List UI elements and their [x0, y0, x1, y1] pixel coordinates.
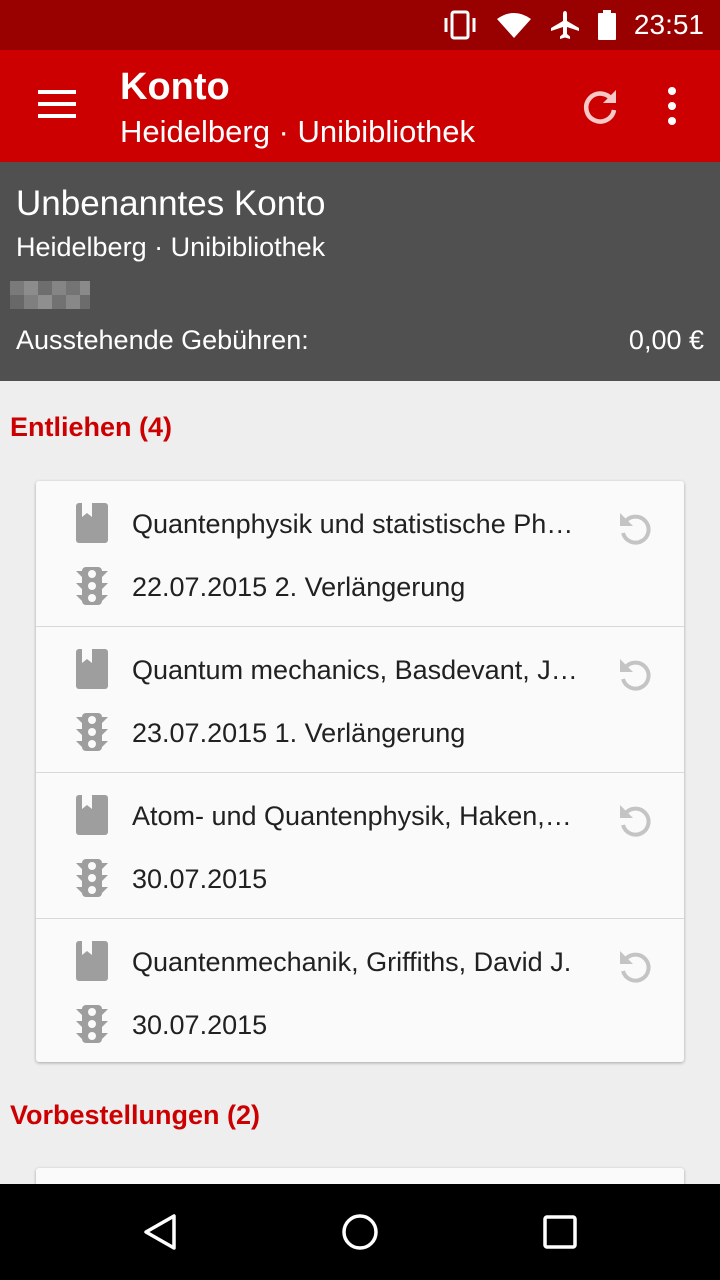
account-name: Unbenanntes Konto — [16, 184, 326, 223]
item-title: Quantum mechanics, Basdevant, J… — [132, 655, 578, 685]
navigation-bar — [0, 1184, 720, 1280]
traffic-light-icon — [76, 1005, 108, 1043]
lent-section-title: Entliehen (4) — [10, 412, 173, 442]
refresh-icon[interactable] — [580, 86, 620, 126]
traffic-light-icon — [76, 859, 108, 897]
vibrate-icon — [444, 10, 476, 40]
pixelated-account-number — [10, 281, 90, 309]
book-icon — [76, 649, 108, 689]
app-bar: Konto Heidelberg · Unibibliothek — [0, 50, 720, 162]
status-bar: 23:51 — [0, 0, 720, 50]
renew-icon[interactable] — [616, 509, 656, 549]
lent-items-card: Quantenphysik und statistische Ph… 22.07… — [36, 481, 684, 1062]
book-icon — [76, 941, 108, 981]
recents-icon[interactable] — [540, 1212, 580, 1252]
item-due-date: 22.07.2015 2. Verlängerung — [132, 572, 466, 602]
renew-icon[interactable] — [616, 947, 656, 987]
renew-icon[interactable] — [616, 801, 656, 841]
lent-item[interactable]: Atom- und Quantenphysik, Haken,… 30.07.2… — [36, 773, 684, 919]
fees-value: 0,00 € — [628, 325, 704, 355]
item-due-date: 30.07.2015 — [132, 1010, 268, 1040]
item-due-date: 30.07.2015 — [132, 864, 268, 894]
overflow-menu-icon[interactable] — [658, 84, 686, 128]
book-icon — [76, 503, 108, 543]
menu-icon[interactable] — [38, 88, 76, 120]
item-due-date: 23.07.2015 1. Verlängerung — [132, 718, 466, 748]
lent-item[interactable]: Quantenmechanik, Griffiths, David J. 30.… — [36, 919, 684, 1064]
book-icon — [76, 795, 108, 835]
fees-label: Ausstehende Gebühren: — [16, 325, 309, 355]
battery-icon — [597, 10, 616, 40]
reservations-section-title: Vorbestellungen (2) — [10, 1100, 261, 1130]
airplane-mode-icon — [550, 11, 579, 39]
traffic-light-icon — [76, 567, 108, 605]
status-time: 23:51 — [633, 9, 704, 40]
renew-icon[interactable] — [616, 655, 656, 695]
item-title: Atom- und Quantenphysik, Haken,… — [132, 801, 572, 831]
account-library: Heidelberg · Unibibliothek — [16, 232, 326, 262]
app-title: Konto — [120, 66, 230, 108]
account-header: Unbenanntes Konto Heidelberg · Unibiblio… — [0, 162, 720, 381]
app-subtitle[interactable]: Heidelberg · Unibibliothek — [120, 114, 475, 150]
traffic-light-icon — [76, 713, 108, 751]
item-title: Quantenphysik und statistische Ph… — [132, 509, 574, 539]
lent-item[interactable]: Quantenphysik und statistische Ph… 22.07… — [36, 481, 684, 627]
wifi-icon — [496, 13, 531, 38]
lent-item[interactable]: Quantum mechanics, Basdevant, J… 23.07.2… — [36, 627, 684, 773]
item-title: Quantenmechanik, Griffiths, David J. — [132, 947, 572, 977]
back-icon[interactable] — [140, 1212, 180, 1252]
home-icon[interactable] — [340, 1212, 380, 1252]
